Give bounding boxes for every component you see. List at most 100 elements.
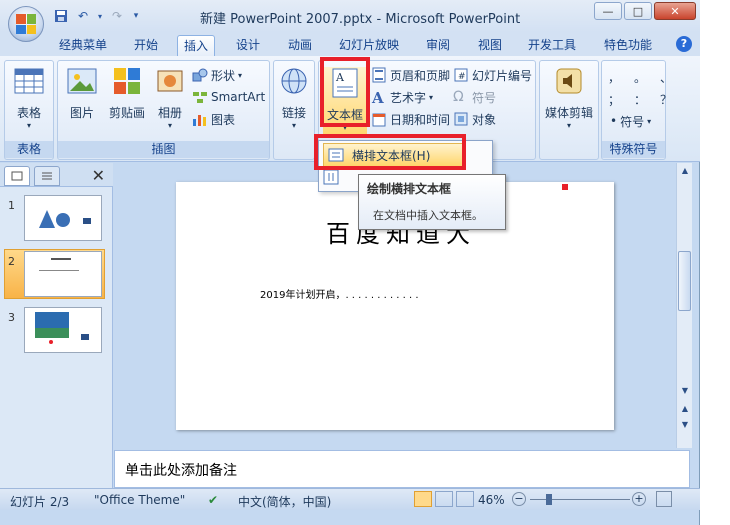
symbol-comma[interactable]: ， bbox=[608, 69, 620, 86]
table-group: 表格 ▾ 表格 bbox=[4, 60, 54, 160]
tab-slideshow[interactable]: 幻灯片放映 bbox=[333, 35, 405, 56]
pane-close-icon[interactable]: ✕ bbox=[92, 166, 105, 185]
tab-animation[interactable]: 动画 bbox=[282, 35, 318, 56]
slideshow-view-icon[interactable] bbox=[456, 491, 474, 507]
chevron-down-icon: ▾ bbox=[647, 116, 652, 126]
smartart-button[interactable]: SmartArt bbox=[192, 87, 265, 107]
tab-classic-menu[interactable]: 经典菜单 bbox=[53, 35, 113, 56]
picture-button[interactable]: 图片 bbox=[62, 65, 102, 121]
tab-view[interactable]: 视图 bbox=[472, 35, 508, 56]
symbol-question[interactable]: ？ bbox=[660, 91, 672, 108]
zoom-level[interactable]: 46% bbox=[478, 493, 505, 507]
slide-thumbnail-1[interactable] bbox=[24, 195, 102, 241]
smartart-label: SmartArt bbox=[211, 90, 266, 104]
media-group: 媒体剪辑 ▾ bbox=[539, 60, 599, 160]
picture-icon bbox=[67, 68, 97, 94]
vertical-scrollbar[interactable]: ▲ ▼ ▲ ▼ bbox=[676, 163, 692, 448]
spellcheck-icon[interactable]: ✔ bbox=[208, 493, 218, 507]
minimize-button[interactable]: — bbox=[594, 2, 622, 20]
thumb-1-shapes bbox=[39, 210, 91, 228]
normal-view-icon[interactable] bbox=[414, 491, 432, 507]
object-button[interactable]: 对象 bbox=[453, 109, 496, 129]
object-icon bbox=[454, 112, 468, 126]
symbol-semicolon[interactable]: ； bbox=[608, 91, 620, 108]
symbol-button-disabled: Ω 符号 bbox=[453, 87, 496, 107]
slides-pane: ✕ 1 2 3 bbox=[0, 163, 113, 490]
chevron-down-icon: ▾ bbox=[167, 121, 172, 130]
table-icon bbox=[14, 68, 44, 94]
dropdown-highlight bbox=[314, 134, 466, 170]
datetime-button[interactable]: 日期和时间 bbox=[371, 109, 450, 129]
album-button[interactable]: 相册 ▾ bbox=[150, 65, 190, 130]
symbol-period[interactable]: 。 bbox=[634, 69, 646, 86]
scroll-thumb[interactable] bbox=[678, 251, 691, 311]
sorter-view-icon[interactable] bbox=[435, 491, 453, 507]
tab-design[interactable]: 设计 bbox=[230, 35, 266, 56]
scroll-up-icon[interactable]: ▲ bbox=[679, 165, 691, 177]
office-logo-icon bbox=[16, 14, 36, 34]
theme-name[interactable]: "Office Theme" bbox=[94, 493, 185, 507]
customize-qat-icon[interactable]: ▾ bbox=[130, 8, 142, 24]
textbox-tooltip: 绘制横排文本框 在文档中插入文本框。 bbox=[358, 174, 506, 230]
office-button[interactable] bbox=[8, 6, 44, 42]
tab-insert[interactable]: 插入 bbox=[177, 35, 216, 56]
header-footer-button[interactable]: 页眉和页脚 bbox=[371, 65, 450, 85]
tab-features[interactable]: 特色功能 bbox=[598, 35, 658, 56]
zoom-in-icon[interactable]: + bbox=[632, 492, 646, 506]
red-marker bbox=[562, 184, 568, 190]
prev-slide-icon[interactable]: ▲ bbox=[679, 403, 691, 415]
tab-developer[interactable]: 开发工具 bbox=[522, 35, 582, 56]
special-symbol-button[interactable]: • 符号 ▾ bbox=[610, 111, 651, 131]
powerpoint-window: ↶ ▾ ↷ ▾ 新建 PowerPoint 2007.pptx - Micros… bbox=[0, 0, 700, 525]
scroll-down-icon[interactable]: ▼ bbox=[679, 385, 691, 397]
symbol-colon[interactable]: ： bbox=[634, 91, 646, 108]
chart-label: 图表 bbox=[211, 112, 236, 127]
header-footer-label: 页眉和页脚 bbox=[390, 68, 451, 83]
redo-icon[interactable]: ↷ bbox=[108, 8, 126, 24]
vertical-textbox-item[interactable] bbox=[323, 169, 343, 189]
chevron-down-icon: ▾ bbox=[566, 121, 571, 130]
wordart-button[interactable]: A 艺术字 ▾ bbox=[371, 87, 433, 107]
clipart-button[interactable]: 剪贴画 bbox=[104, 65, 150, 121]
notes-placeholder[interactable]: 单击此处添加备注 bbox=[125, 460, 237, 480]
tab-home[interactable]: 开始 bbox=[128, 35, 164, 56]
slides-tab[interactable] bbox=[4, 166, 30, 186]
restore-button[interactable]: □ bbox=[624, 2, 652, 20]
undo-dropdown-icon[interactable]: ▾ bbox=[96, 8, 104, 24]
language-indicator[interactable]: 中文(简体，中国) bbox=[238, 493, 331, 510]
slide-thumbnail-2[interactable] bbox=[24, 251, 102, 297]
window-title: 新建 PowerPoint 2007.pptx - Microsoft Powe… bbox=[200, 12, 521, 27]
table-button[interactable]: 表格 ▾ bbox=[9, 65, 49, 130]
save-icon[interactable] bbox=[52, 8, 70, 24]
shapes-button[interactable]: 形状 ▾ bbox=[192, 65, 242, 85]
help-icon[interactable]: ? bbox=[676, 36, 692, 52]
svg-text:A: A bbox=[371, 89, 384, 105]
zoom-out-icon[interactable]: − bbox=[512, 492, 526, 506]
chevron-down-icon: ▾ bbox=[291, 121, 296, 130]
chart-button[interactable]: 图表 bbox=[192, 109, 235, 129]
slide-number-button[interactable]: # 幻灯片编号 bbox=[453, 65, 532, 85]
thumb-2-content bbox=[39, 258, 79, 271]
special-symbol-group-label: 特殊符号 bbox=[602, 141, 665, 158]
fit-window-icon[interactable] bbox=[656, 491, 672, 507]
slide-body-text[interactable]: 2019年计划开启，. . . . . . . . . . . . bbox=[260, 286, 419, 301]
media-clip-button[interactable]: 媒体剪辑 ▾ bbox=[540, 65, 598, 130]
zoom-slider-track[interactable] bbox=[530, 499, 630, 500]
status-bar: 幻灯片 2/3 "Office Theme" ✔ 中文(简体，中国) 46% −… bbox=[0, 488, 700, 510]
symbol-label: 符号 bbox=[472, 90, 497, 105]
calendar-icon bbox=[372, 113, 386, 127]
zoom-slider-thumb[interactable] bbox=[546, 494, 552, 505]
link-button[interactable]: 链接 ▾ bbox=[274, 65, 314, 130]
undo-icon[interactable]: ↶ bbox=[74, 8, 92, 24]
outline-tab[interactable] bbox=[34, 166, 60, 186]
next-slide-icon[interactable]: ▼ bbox=[679, 419, 691, 431]
clipart-label: 剪贴画 bbox=[108, 106, 145, 120]
symbol-dunhao[interactable]: 、 bbox=[660, 69, 672, 86]
illustration-group: 图片 剪贴画 相册 ▾ 形状 ▾ SmartArt 图表 插图 bbox=[57, 60, 270, 160]
tab-review[interactable]: 审阅 bbox=[420, 35, 456, 56]
notes-pane[interactable]: 单击此处添加备注 bbox=[114, 450, 690, 488]
slide-thumbnail-3[interactable] bbox=[24, 307, 102, 353]
close-button[interactable]: ✕ bbox=[654, 2, 696, 20]
slide-counter: 幻灯片 2/3 bbox=[10, 495, 70, 509]
speaker-icon bbox=[556, 68, 582, 94]
